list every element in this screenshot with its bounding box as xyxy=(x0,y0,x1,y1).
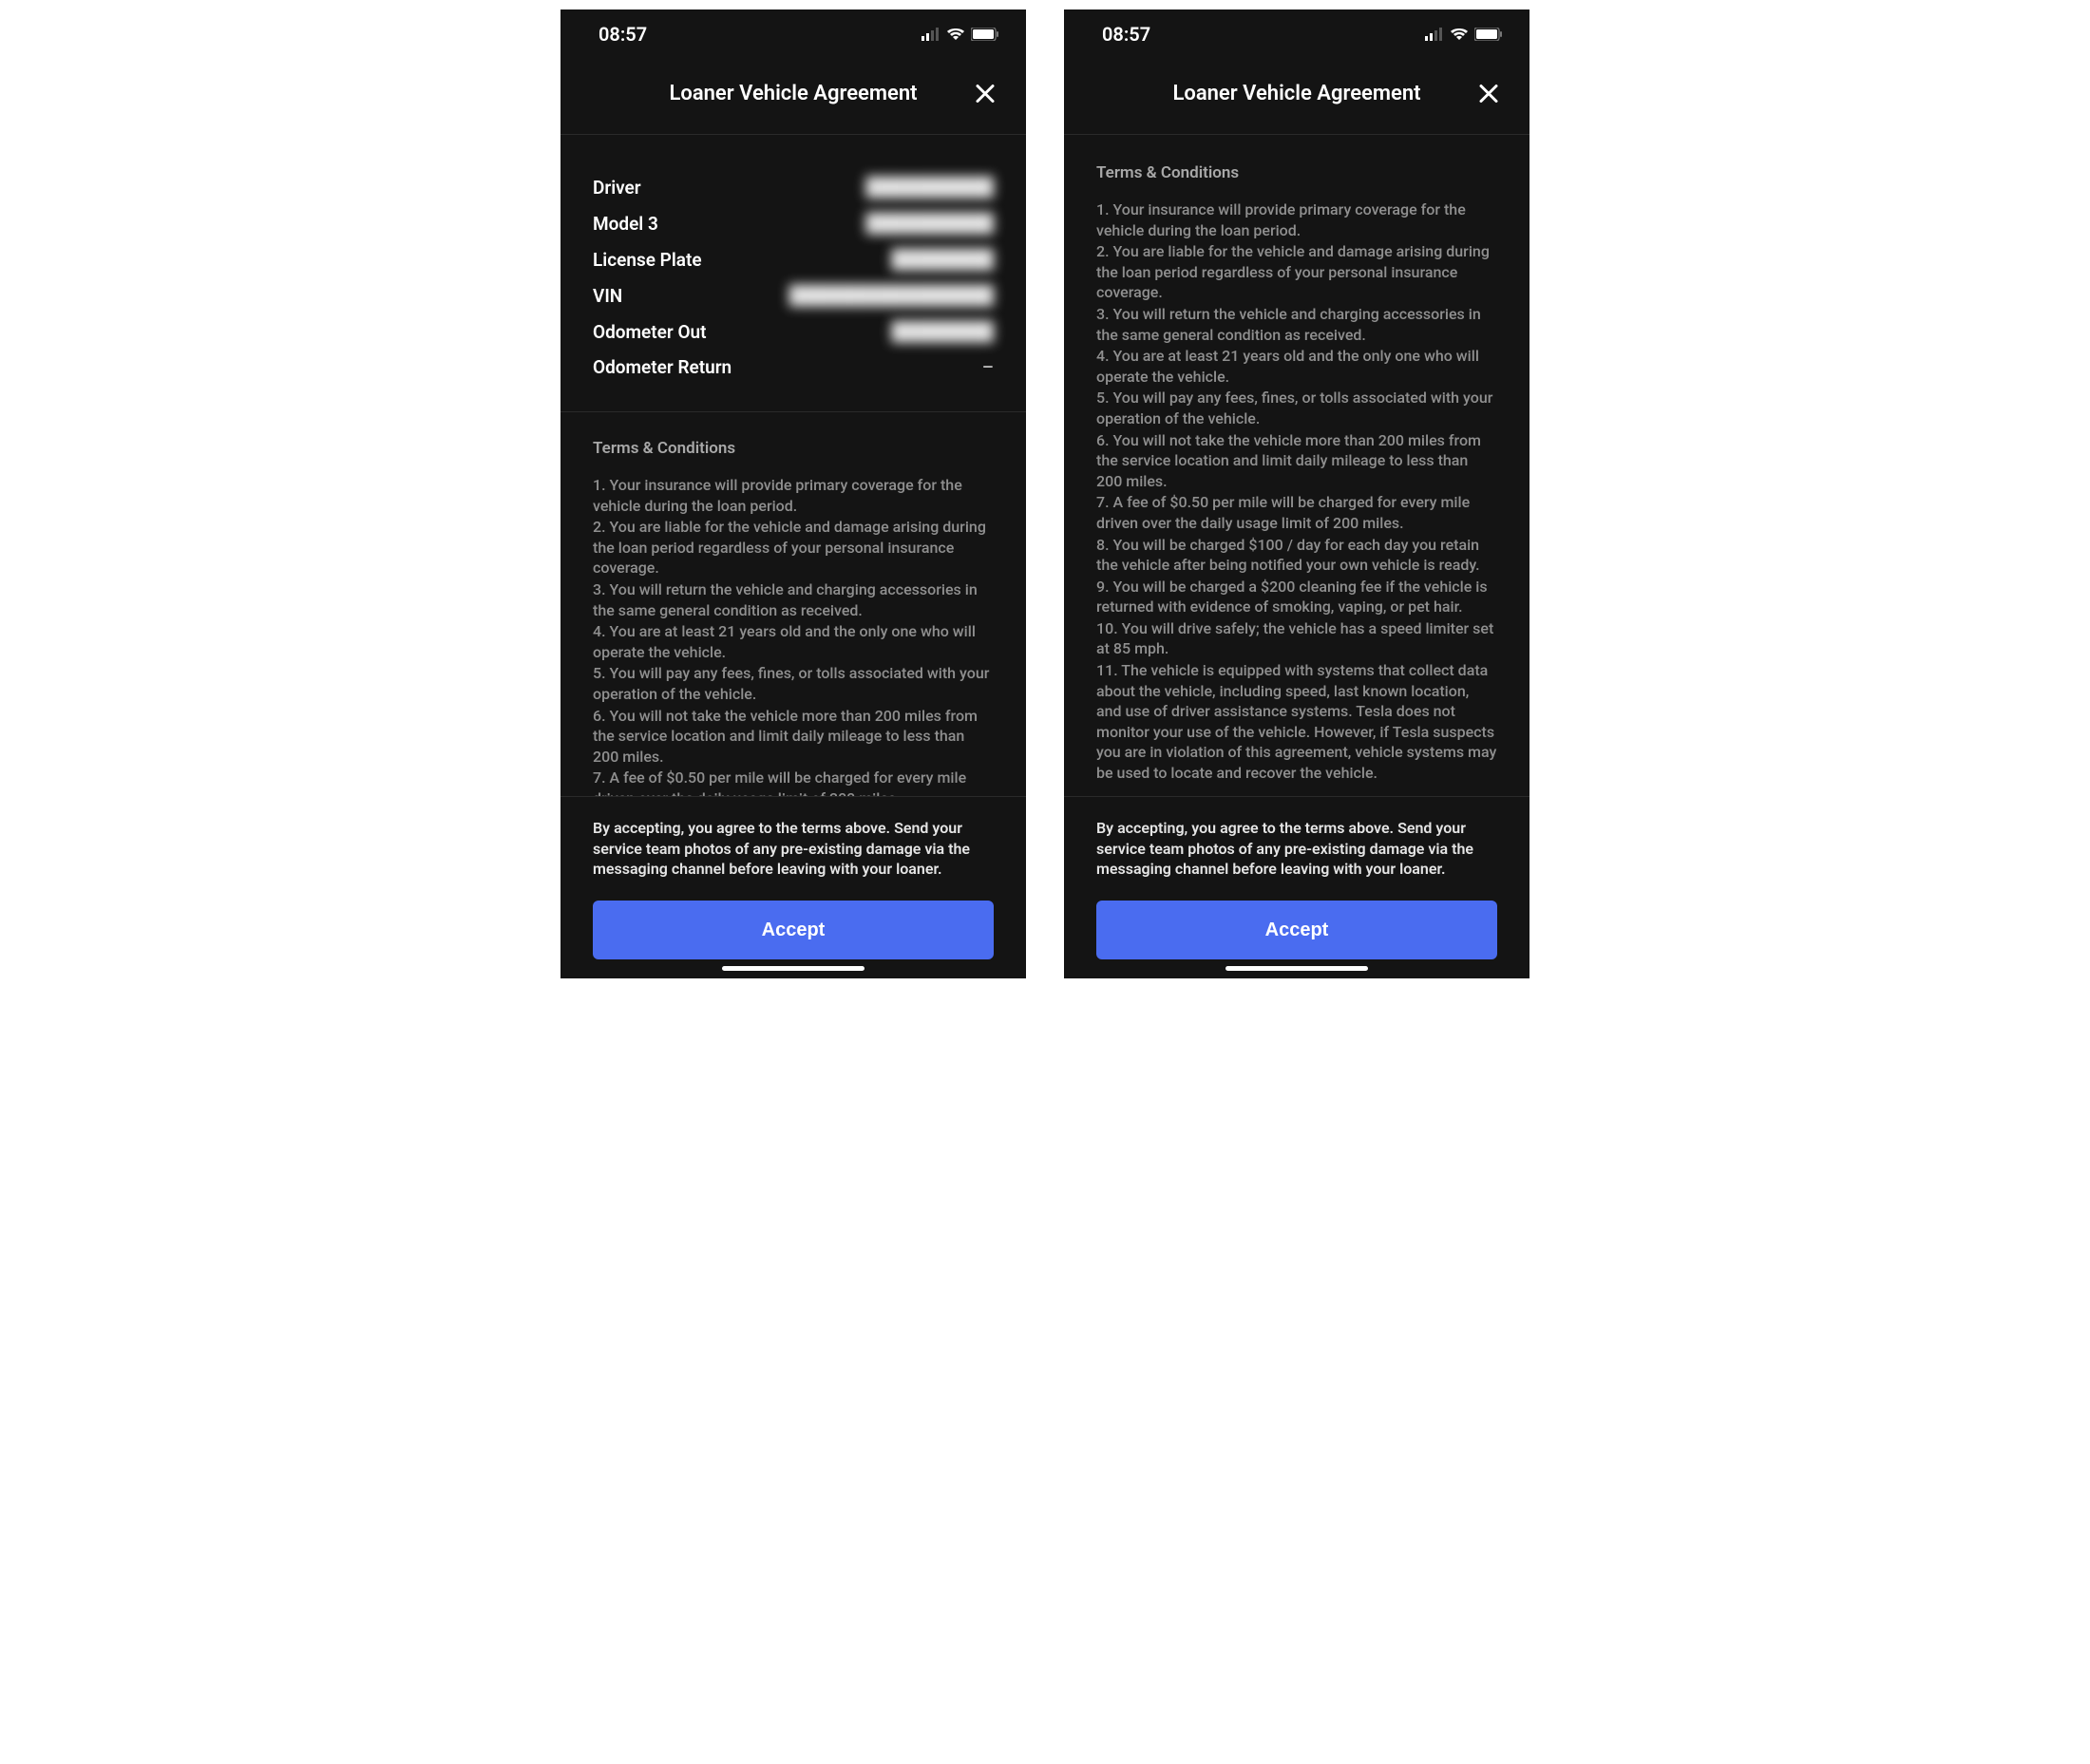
footer: By accepting, you agree to the terms abo… xyxy=(560,796,1026,978)
detail-value: ████████████████ xyxy=(789,284,994,307)
vehicle-details: Driver ██████████ Model 3 ██████████ Licen… xyxy=(560,135,1026,412)
home-indicator[interactable] xyxy=(722,966,864,971)
status-icons xyxy=(922,23,999,46)
footer-disclaimer: By accepting, you agree to the terms abo… xyxy=(1096,818,1497,880)
page-title: Loaner Vehicle Agreement xyxy=(1172,82,1420,105)
status-bar: 08:57 xyxy=(1064,9,1530,55)
modal-header: Loaner Vehicle Agreement xyxy=(1064,55,1530,135)
term-item: 1. Your insurance will provide primary c… xyxy=(593,475,994,516)
cellular-signal-icon xyxy=(1425,23,1444,46)
status-bar: 08:57 xyxy=(560,9,1026,55)
content-scroll[interactable]: Driver ██████████ Model 3 ██████████ Licen… xyxy=(560,135,1026,796)
page-title: Loaner Vehicle Agreement xyxy=(669,82,917,105)
detail-label: VIN xyxy=(593,285,622,307)
detail-row-odometer-return: Odometer Return – xyxy=(593,350,994,385)
status-time: 08:57 xyxy=(1102,23,1150,46)
close-icon xyxy=(975,92,996,106)
term-item: 11. The vehicle is equipped with systems… xyxy=(1096,660,1497,784)
detail-value: ████████ xyxy=(891,248,994,271)
terms-section: Terms & Conditions 1. Your insurance wil… xyxy=(1064,135,1530,794)
detail-label: License Plate xyxy=(593,249,702,271)
detail-value: – xyxy=(982,356,994,378)
term-item: 7. A fee of $0.50 per mile will be charg… xyxy=(1096,492,1497,533)
term-item: 5. You will pay any fees, fines, or toll… xyxy=(1096,388,1497,428)
phone-screenshot-2: 08:57 Loaner Vehicle Agreement Terms & C… xyxy=(1064,9,1530,978)
accept-button[interactable]: Accept xyxy=(1096,901,1497,959)
term-item: 6. You will not take the vehicle more th… xyxy=(593,706,994,768)
terms-section: Terms & Conditions 1. Your insurance wil… xyxy=(560,412,1026,796)
detail-row-driver: Driver ██████████ xyxy=(593,169,994,205)
wifi-icon xyxy=(1450,23,1469,46)
detail-label: Odometer Out xyxy=(593,321,707,343)
detail-row-vin: VIN ████████████████ xyxy=(593,277,994,313)
term-item: 4. You are at least 21 years old and the… xyxy=(593,621,994,662)
terms-heading: Terms & Conditions xyxy=(593,439,994,458)
term-item: 10. You will drive safely; the vehicle h… xyxy=(1096,618,1497,659)
term-item: 7. A fee of $0.50 per mile will be charg… xyxy=(593,768,994,796)
detail-value: ██████████ xyxy=(865,176,994,199)
cellular-signal-icon xyxy=(922,23,940,46)
detail-row-odometer-out: Odometer Out ████████ xyxy=(593,313,994,350)
close-button[interactable] xyxy=(971,79,999,110)
status-icons xyxy=(1425,23,1503,46)
detail-row-model: Model 3 ██████████ xyxy=(593,205,994,241)
detail-label: Odometer Return xyxy=(593,356,732,378)
status-time: 08:57 xyxy=(598,23,647,46)
term-item: 9. You will be charged a $200 cleaning f… xyxy=(1096,577,1497,617)
detail-value: ████████ xyxy=(891,320,994,343)
term-item: 5. You will pay any fees, fines, or toll… xyxy=(593,663,994,704)
close-button[interactable] xyxy=(1474,79,1503,110)
term-item: 3. You will return the vehicle and charg… xyxy=(593,579,994,620)
modal-header: Loaner Vehicle Agreement xyxy=(560,55,1026,135)
term-item: 2. You are liable for the vehicle and da… xyxy=(593,517,994,579)
terms-heading: Terms & Conditions xyxy=(1096,163,1497,182)
detail-row-plate: License Plate ████████ xyxy=(593,241,994,277)
term-item: 2. You are liable for the vehicle and da… xyxy=(1096,241,1497,303)
footer-disclaimer: By accepting, you agree to the terms abo… xyxy=(593,818,994,880)
term-item: 4. You are at least 21 years old and the… xyxy=(1096,346,1497,387)
phone-screenshot-1: 08:57 Loaner Vehicle Agreement Driver ███… xyxy=(560,9,1026,978)
detail-label: Model 3 xyxy=(593,213,658,235)
accept-button[interactable]: Accept xyxy=(593,901,994,959)
detail-label: Driver xyxy=(593,177,641,199)
term-item: 3. You will return the vehicle and charg… xyxy=(1096,304,1497,345)
detail-value: ██████████ xyxy=(865,212,994,235)
close-icon xyxy=(1478,92,1499,106)
term-item: 6. You will not take the vehicle more th… xyxy=(1096,430,1497,492)
term-item: 8. You will be charged $100 / day for ea… xyxy=(1096,535,1497,576)
home-indicator[interactable] xyxy=(1226,966,1368,971)
term-item: 1. Your insurance will provide primary c… xyxy=(1096,199,1497,240)
battery-icon xyxy=(971,23,999,46)
wifi-icon xyxy=(946,23,965,46)
footer: By accepting, you agree to the terms abo… xyxy=(1064,796,1530,978)
content-scroll[interactable]: Terms & Conditions 1. Your insurance wil… xyxy=(1064,135,1530,796)
battery-icon xyxy=(1474,23,1503,46)
